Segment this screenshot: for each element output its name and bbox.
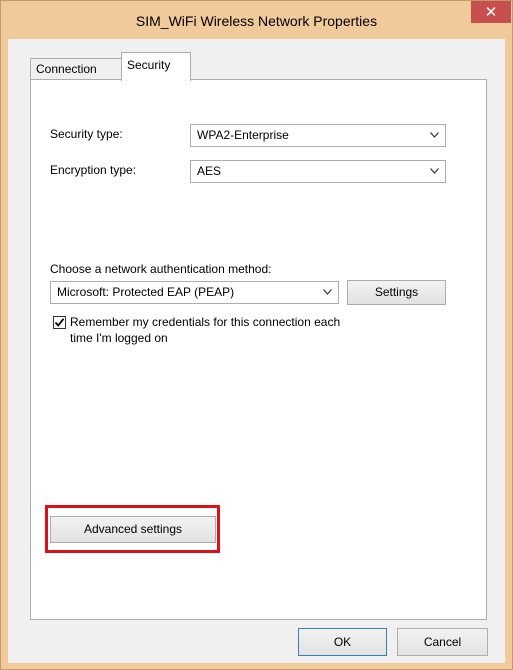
encryption-type-dropdown[interactable]: AES <box>190 160 446 183</box>
auth-method-dropdown[interactable]: Microsoft: Protected EAP (PEAP) <box>50 281 339 304</box>
auth-settings-button-label: Settings <box>374 285 419 299</box>
ok-button[interactable]: OK <box>298 628 387 656</box>
auth-method-value: Microsoft: Protected EAP (PEAP) <box>57 285 235 299</box>
chevron-down-icon <box>430 125 439 146</box>
security-type-label: Security type: <box>50 127 123 141</box>
checkmark-icon <box>54 318 65 327</box>
remember-credentials-label[interactable]: Remember my credentials for this connect… <box>70 314 340 346</box>
cancel-button[interactable]: Cancel <box>397 628 488 656</box>
highlight-box <box>45 505 220 553</box>
title-bar[interactable]: SIM_WiFi Wireless Network Properties ✕ <box>1 1 512 39</box>
chevron-down-icon <box>430 161 439 182</box>
tab-connection-label: Connection <box>36 62 97 76</box>
window-title: SIM_WiFi Wireless Network Properties <box>135 13 378 29</box>
auth-method-label: Choose a network authentication method: <box>50 262 272 276</box>
encryption-type-label: Encryption type: <box>50 163 137 177</box>
tab-security-label: Security <box>127 58 171 72</box>
auth-settings-button[interactable]: Settings <box>347 280 446 305</box>
remember-label-line1: Remember my credentials for this connect… <box>70 315 341 329</box>
tab-security[interactable]: Security <box>121 52 191 81</box>
close-icon: ✕ <box>484 3 498 21</box>
dialog-window: SIM_WiFi Wireless Network Properties ✕ C… <box>0 0 513 670</box>
remember-label-line2: time I'm logged on <box>70 331 168 345</box>
cancel-button-label: Cancel <box>423 635 462 649</box>
ok-button-label: OK <box>333 635 352 649</box>
remember-credentials-checkbox[interactable] <box>53 316 66 329</box>
dialog-client-area: Connection Security Security type: WPA2-… <box>8 39 505 663</box>
encryption-type-value: AES <box>197 164 222 178</box>
chevron-down-icon <box>323 282 332 303</box>
security-tab-panel: Security type: WPA2-Enterprise Encryptio… <box>30 79 487 620</box>
security-type-dropdown[interactable]: WPA2-Enterprise <box>190 124 446 147</box>
tab-connection[interactable]: Connection <box>30 58 122 80</box>
security-type-value: WPA2-Enterprise <box>197 128 289 142</box>
close-button[interactable]: ✕ <box>471 1 511 23</box>
